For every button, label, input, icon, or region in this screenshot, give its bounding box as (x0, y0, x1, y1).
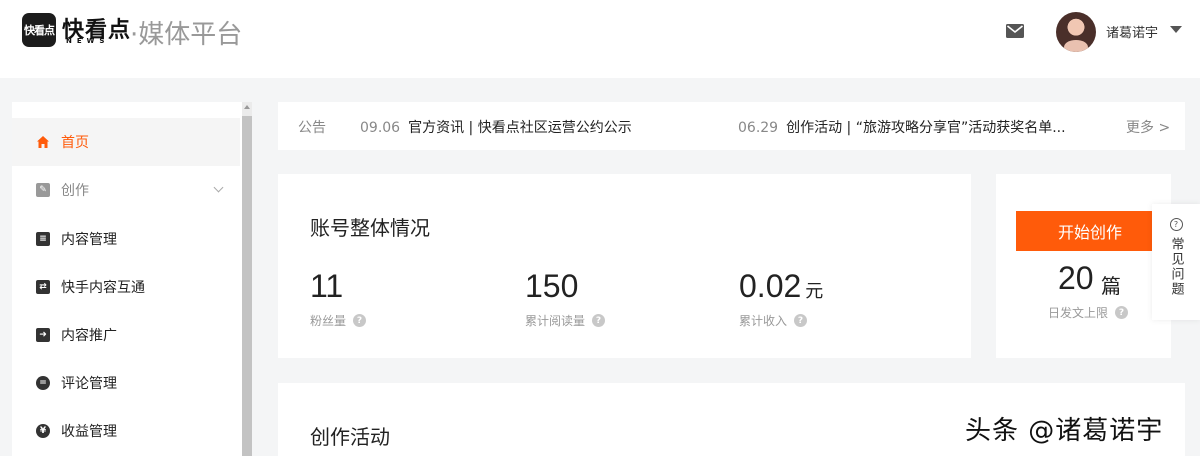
announcement-item[interactable]: 06.29 创作活动 | “旅游攻略分享官”活动获奖名单... (738, 117, 1066, 137)
account-overview-title: 账号整体情况 (310, 216, 430, 240)
daily-limit-unit: 篇 (1101, 274, 1121, 298)
announcement-item[interactable]: 09.06 官方资讯 | 快看点社区运营公约公示 (360, 117, 632, 137)
sidebar-scrollbar[interactable] (242, 102, 252, 456)
stat-income: 0.02 元 累计收入 ? (739, 266, 823, 329)
faq-tab[interactable]: ? 常见问题 (1152, 204, 1200, 320)
start-creating-button[interactable]: 开始创作 (1016, 211, 1164, 251)
logo-mark[interactable]: 快看点 (22, 13, 56, 47)
chevron-down-icon[interactable] (213, 182, 224, 193)
announcement-date: 06.29 (738, 120, 779, 136)
top-header: 快看点 快看点 NEWS ·媒体平台 诸葛诺宇 (0, 0, 1200, 78)
help-icon[interactable]: ? (794, 314, 808, 327)
stat-value: 0.02 (739, 268, 802, 304)
user-avatar[interactable] (1056, 12, 1096, 52)
sidebar-item-label: 收益管理 (61, 424, 117, 440)
activity-title: 创作活动 (310, 425, 390, 449)
announcement-text[interactable]: 创作活动 | “旅游攻略分享官”活动获奖名单... (786, 120, 1065, 136)
logo-subtext: NEWS (66, 37, 110, 45)
daily-limit-value: 20 (1058, 260, 1094, 296)
sidebar-item-label: 内容管理 (61, 232, 117, 248)
scroll-up-arrow-icon[interactable] (244, 105, 250, 109)
sidebar-item-content-management[interactable]: ≡ 内容管理 (12, 215, 240, 263)
caret-down-icon[interactable] (1170, 26, 1182, 33)
sidebar-item-promotion[interactable]: ➜ 内容推广 (12, 311, 240, 359)
help-icon[interactable]: ? (592, 314, 606, 327)
help-icon[interactable]: ? (1115, 306, 1129, 319)
stat-unit: 元 (805, 281, 824, 302)
sidebar-item-label: 评论管理 (61, 376, 117, 392)
edit-icon: ✎ (36, 183, 50, 197)
document-icon: ≡ (36, 232, 50, 246)
platform-name: ·媒体平台 (130, 20, 243, 50)
question-circle-icon: ? (1169, 218, 1183, 231)
yen-icon: ¥ (36, 424, 50, 438)
sidebar-item-label: 创作 (61, 183, 89, 199)
home-icon (37, 136, 49, 148)
daily-limit-label: 日发文上限 (1048, 306, 1109, 320)
announcement-date: 09.06 (360, 120, 401, 136)
faq-label: 常见问题 (1168, 237, 1184, 297)
account-overview-card: 账号整体情况 11 粉丝量 ? 150 累计阅读量 ? 0.02 元 累计收入 ? (278, 174, 971, 358)
stat-value: 150 (525, 268, 579, 304)
sidebar-item-label: 首页 (61, 135, 89, 151)
stat-reads: 150 累计阅读量 ? (525, 266, 606, 329)
stat-label: 累计收入 (739, 314, 788, 328)
sidebar-item-earnings[interactable]: ¥ 收益管理 (12, 407, 240, 455)
announcement-more-link[interactable]: 更多 > (1126, 117, 1170, 137)
announcement-label: 公告 (298, 120, 326, 136)
stat-followers: 11 粉丝量 ? (310, 266, 367, 329)
sidebar-item-home[interactable]: 首页 (12, 118, 240, 166)
announcement-text[interactable]: 官方资讯 | 快看点社区运营公约公示 (408, 120, 632, 136)
sidebar-item-label: 快手内容互通 (61, 280, 145, 296)
mail-icon[interactable] (1006, 24, 1024, 38)
stat-value: 11 (310, 268, 344, 304)
sidebar-item-comments[interactable]: = 评论管理 (12, 359, 240, 407)
sidebar-item-label: 内容推广 (61, 328, 117, 344)
promote-icon: ➜ (36, 328, 50, 342)
create-card: 开始创作 20 篇 日发文上限 ? (996, 174, 1171, 358)
watermark-text: 头条 @诸葛诺宇 (965, 416, 1164, 446)
stat-label: 累计阅读量 (525, 314, 586, 328)
help-icon[interactable]: ? (353, 314, 367, 327)
username[interactable]: 诸葛诺宇 (1106, 22, 1158, 41)
stat-label: 粉丝量 (310, 314, 347, 328)
scrollbar-thumb[interactable] (242, 116, 252, 456)
comment-icon: = (36, 376, 50, 390)
sidebar-item-kuaishou-sync[interactable]: ⇄ 快手内容互通 (12, 263, 240, 311)
share-icon: ⇄ (36, 280, 50, 294)
announcement-bar: 公告 09.06 官方资讯 | 快看点社区运营公约公示 06.29 创作活动 | “… (278, 102, 1185, 150)
sidebar-item-create[interactable]: ✎ 创作 (12, 166, 240, 214)
